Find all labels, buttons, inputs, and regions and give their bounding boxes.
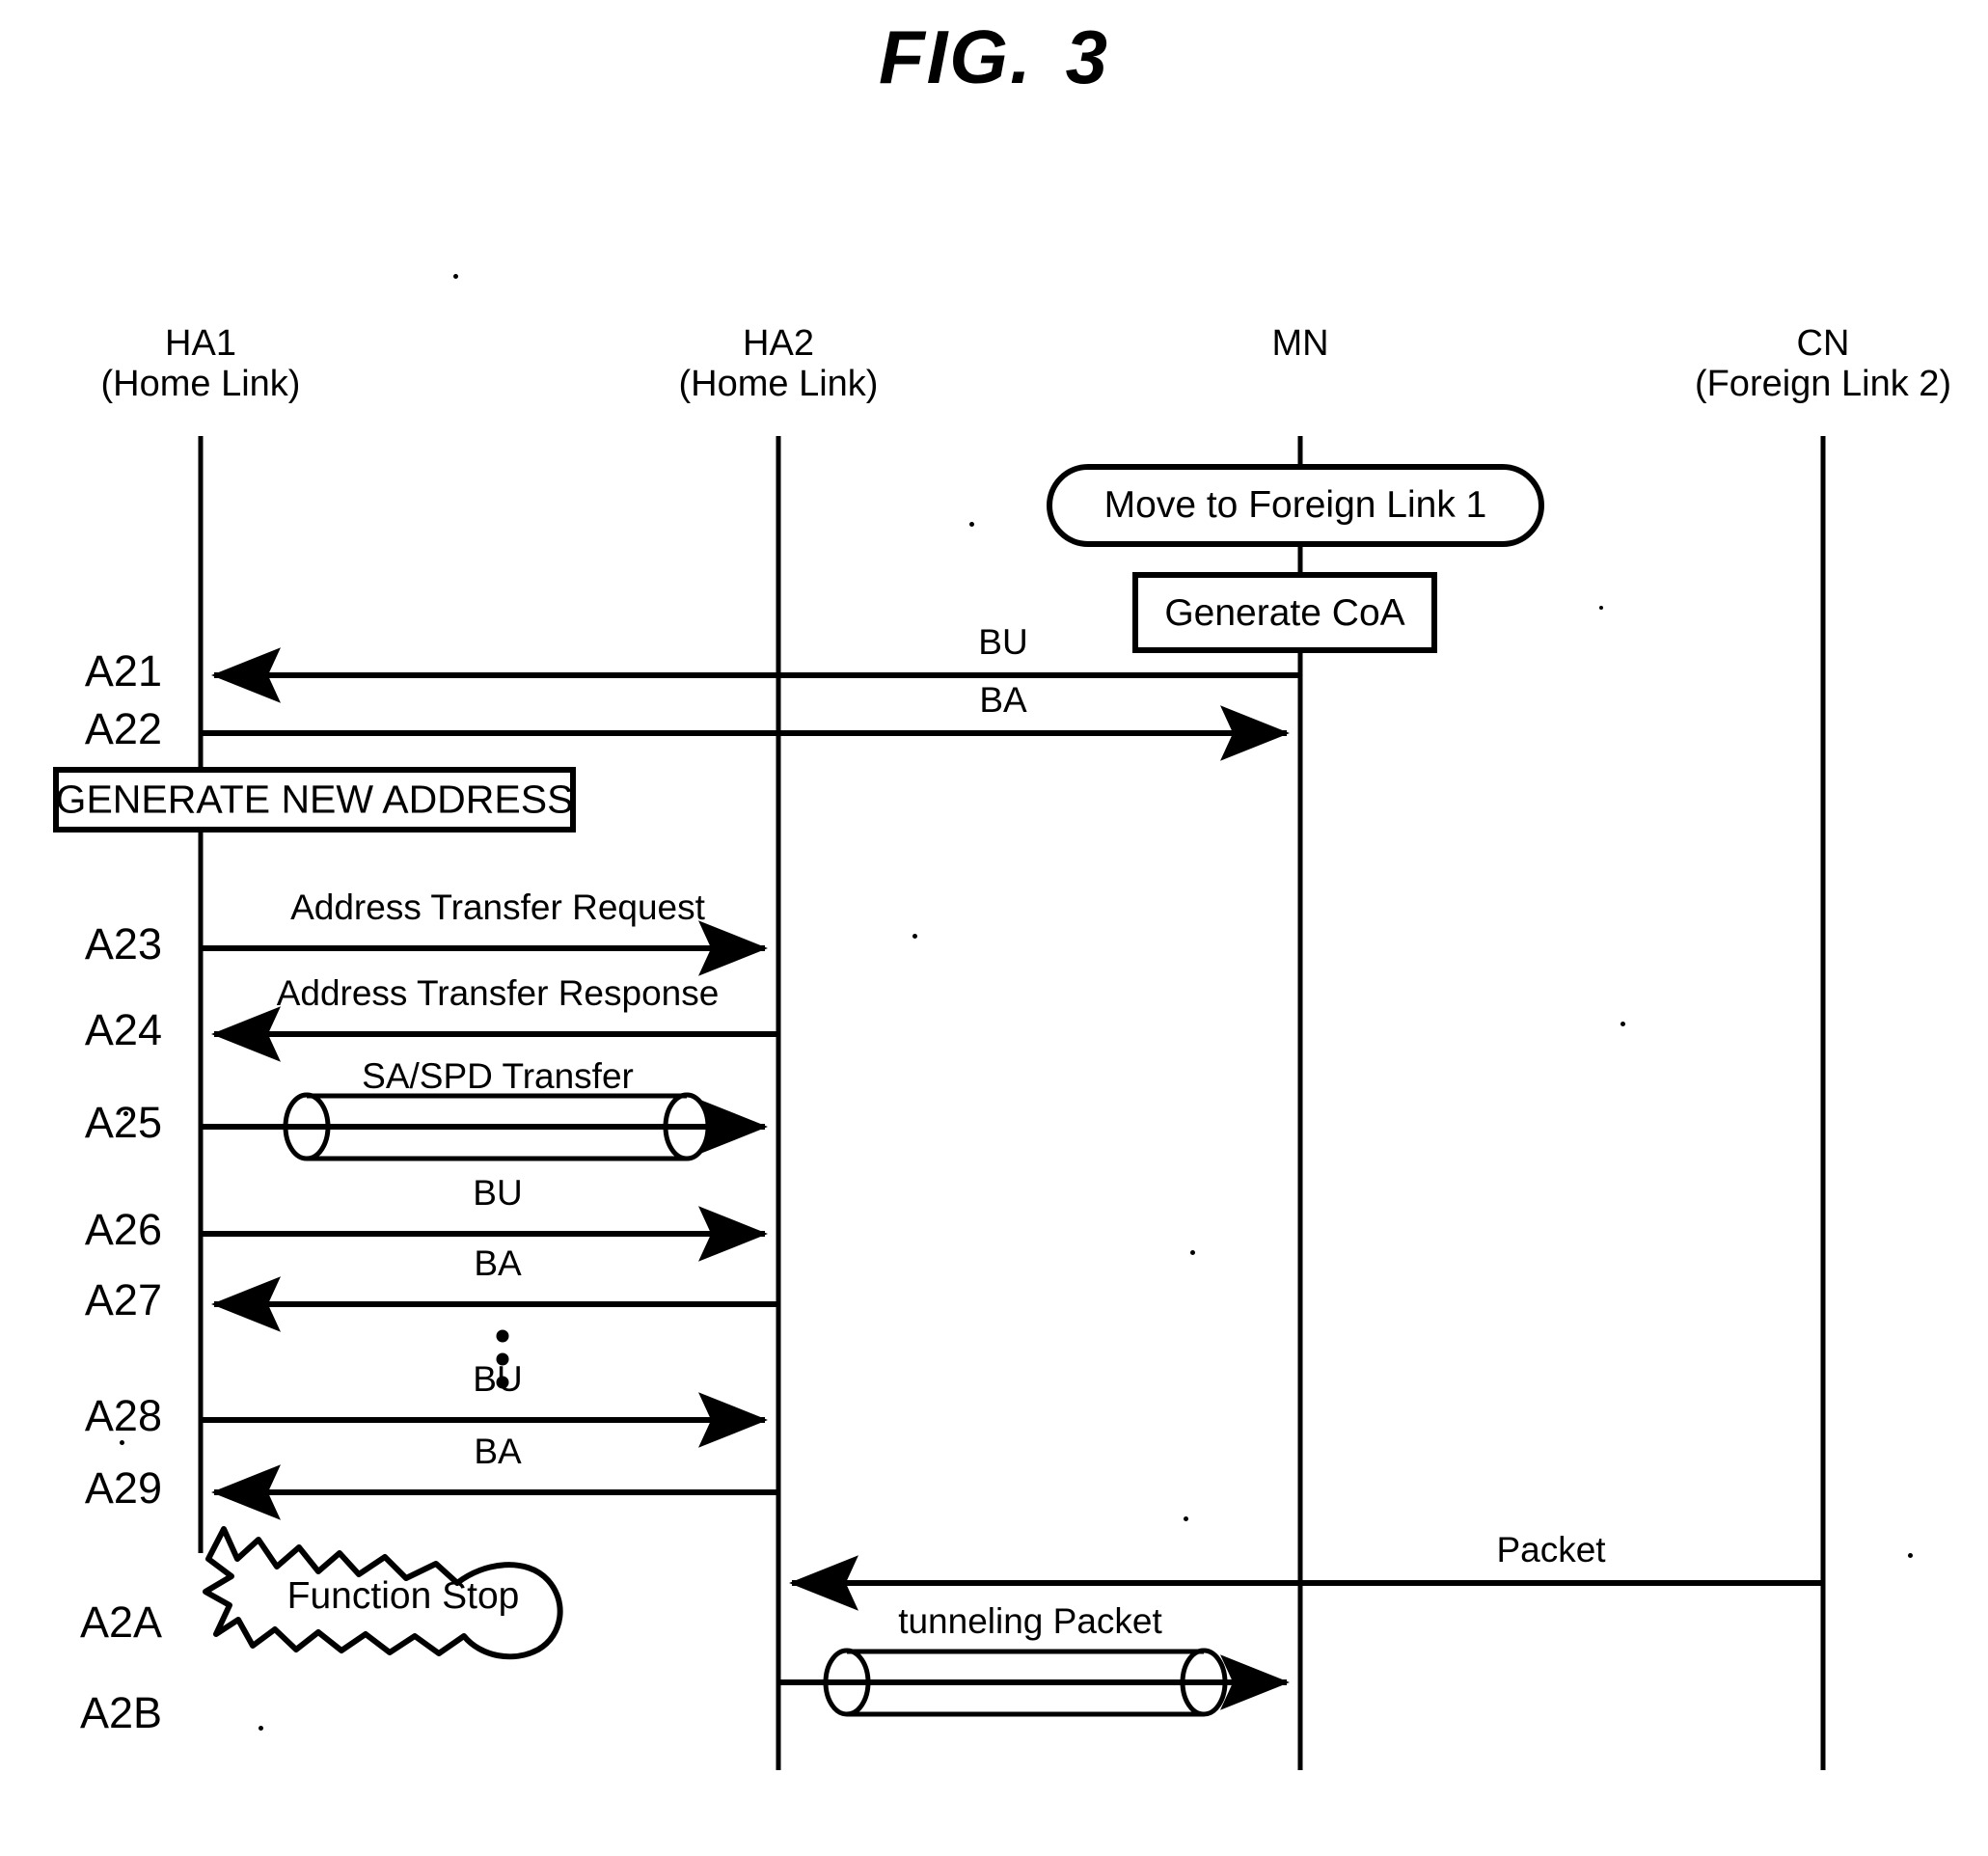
message-label-A29: BA (474, 1432, 522, 1471)
lifeline-name-ha1: HA1 (165, 323, 236, 364)
message-label-A28: BU (473, 1359, 523, 1399)
scan-speck (123, 1111, 128, 1116)
step-id-A27: A27 (84, 1275, 162, 1324)
step-id-A26: A26 (84, 1205, 162, 1254)
message-label-A2B: tunneling Packet (898, 1601, 1162, 1641)
scan-speck (259, 1726, 263, 1731)
message-label-A2A: Packet (1496, 1530, 1606, 1569)
message-label-A27: BA (474, 1243, 522, 1283)
move-to-foreign-link-label: Move to Foreign Link 1 (1103, 484, 1487, 526)
step-id-A25: A25 (84, 1098, 162, 1147)
function-stop-label: Function Stop (286, 1575, 520, 1617)
lifeline-header-mn: MN (1271, 323, 1329, 365)
lifeline-name-ha2: HA2 (743, 323, 814, 364)
message-label-A21: BU (978, 622, 1028, 662)
message-label-A23: Address Transfer Request (290, 887, 705, 927)
scan-speck (969, 522, 974, 527)
generate-new-address-label: GENERATE NEW ADDRESS (55, 777, 574, 822)
scan-speck (1908, 1553, 1913, 1558)
step-id-A2A: A2A (79, 1597, 162, 1647)
message-label-A25: SA/SPD Transfer (362, 1056, 634, 1096)
scan-speck (1184, 1516, 1188, 1521)
scan-speck (1190, 1250, 1195, 1255)
scan-speck (912, 934, 917, 939)
message-label-A24: Address Transfer Response (276, 973, 720, 1013)
step-id-A28: A28 (84, 1391, 162, 1440)
scan-speck (1599, 606, 1603, 610)
lifeline-sublabel-ha1: (Home Link) (100, 363, 301, 404)
lifeline-sublabel-cn: (Foreign Link 2) (1694, 363, 1952, 404)
scan-speck (453, 274, 458, 279)
step-id-A2B: A2B (79, 1688, 162, 1737)
scan-speck (120, 1440, 124, 1445)
step-id-A23: A23 (84, 919, 162, 969)
message-label-A26: BU (473, 1173, 523, 1213)
step-id-A22: A22 (84, 704, 162, 753)
step-id-A24: A24 (84, 1005, 162, 1054)
lifeline-header-cn: CN (Foreign Link 2) (1694, 323, 1952, 405)
patent-figure-page: FIG. 3 HA1 (Home Link) HA2 (Home Link) M… (0, 0, 1988, 1856)
step-id-A21: A21 (84, 646, 162, 696)
lifeline-sublabel-ha2: (Home Link) (678, 363, 879, 404)
lifeline-name-mn: MN (1271, 323, 1329, 364)
message-label-A22: BA (979, 680, 1027, 720)
step-id-A29: A29 (84, 1463, 162, 1513)
generate-coa-label: Generate CoA (1164, 592, 1405, 634)
lifeline-name-cn: CN (1796, 323, 1850, 364)
lifeline-header-ha2: HA2 (Home Link) (678, 323, 879, 405)
lifeline-header-ha1: HA1 (Home Link) (100, 323, 301, 405)
scan-speck (1620, 1022, 1625, 1026)
